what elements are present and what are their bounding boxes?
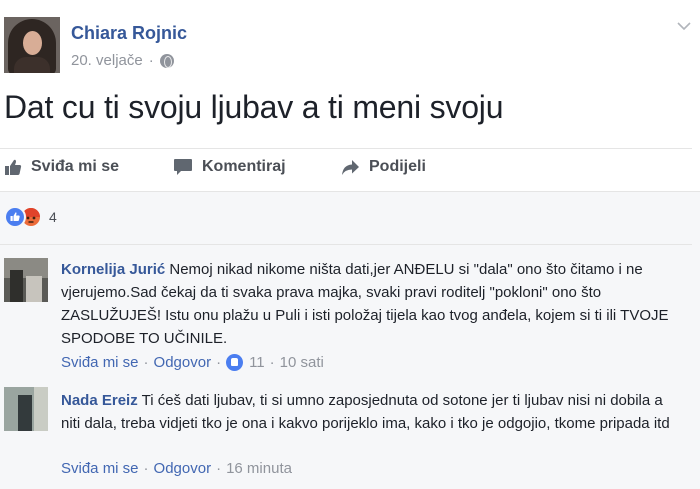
post-actions-bar: Sviđa mi se Komentiraj Podijeli bbox=[0, 150, 700, 190]
comment-bubble-icon bbox=[174, 159, 192, 175]
like-reaction-icon bbox=[4, 206, 26, 228]
like-button[interactable]: Sviđa mi se bbox=[4, 158, 119, 176]
comment-time[interactable]: 10 sati bbox=[280, 354, 324, 371]
comment-author[interactable]: Nada Ereiz bbox=[61, 392, 138, 409]
like-button-label: Sviđa mi se bbox=[31, 158, 120, 175]
share-button[interactable]: Podijeli bbox=[341, 158, 426, 176]
reactions-summary[interactable]: 4 bbox=[4, 206, 57, 228]
like-reaction-icon bbox=[226, 354, 244, 371]
post-header: Chiara Rojnic 20. veljače · bbox=[0, 0, 700, 80]
comment-meta: Sviđa mi se · Odgovor · 11 · 10 sati bbox=[61, 354, 324, 371]
author-avatar[interactable] bbox=[4, 17, 60, 73]
comment-time[interactable]: 16 minuta bbox=[226, 460, 292, 477]
thumbs-up-icon bbox=[5, 159, 22, 175]
reaction-count: 4 bbox=[49, 209, 57, 225]
share-arrow-icon bbox=[342, 159, 359, 175]
chevron-down-icon[interactable] bbox=[676, 18, 692, 34]
commenter-avatar[interactable] bbox=[4, 258, 48, 302]
comment-text: Ti ćeš dati ljubav, ti si umno zaposjedn… bbox=[61, 392, 670, 432]
post-meta: 20. veljače · bbox=[71, 52, 174, 69]
meta-separator: · bbox=[216, 460, 222, 477]
post-author-name[interactable]: Chiara Rojnic bbox=[71, 23, 187, 44]
comment-reply-link[interactable]: Odgovor bbox=[154, 460, 212, 477]
meta-separator: · bbox=[216, 354, 222, 371]
comment-author[interactable]: Kornelija Jurić bbox=[61, 261, 165, 278]
meta-separator: · bbox=[269, 354, 275, 371]
comment-button-label: Komentiraj bbox=[202, 158, 286, 175]
meta-separator: · bbox=[143, 460, 149, 477]
divider bbox=[0, 244, 692, 245]
comment-button[interactable]: Komentiraj bbox=[173, 158, 286, 176]
comment-reply-link[interactable]: Odgovor bbox=[154, 354, 212, 371]
meta-separator: · bbox=[143, 354, 149, 371]
comment-body: Nada Ereiz Ti ćeš dati ljubav, ti si umn… bbox=[61, 389, 681, 435]
globe-icon[interactable] bbox=[159, 53, 174, 68]
comment-like-count[interactable]: 11 bbox=[249, 354, 265, 371]
post-date[interactable]: 20. veljače bbox=[71, 52, 143, 69]
comment-like-link[interactable]: Sviđa mi se bbox=[61, 460, 139, 477]
avatar-body bbox=[14, 57, 50, 73]
post-text: Dat cu ti svoju ljubav a ti meni svoju bbox=[4, 89, 504, 125]
comment-like-link[interactable]: Sviđa mi se bbox=[61, 354, 139, 371]
commenter-avatar[interactable] bbox=[4, 387, 48, 431]
avatar-face bbox=[23, 31, 42, 55]
comment-body: Kornelija Jurić Nemoj nikad nikome ništa… bbox=[61, 258, 681, 350]
share-button-label: Podijeli bbox=[369, 158, 426, 175]
date-separator: · bbox=[148, 52, 154, 69]
divider bbox=[0, 148, 692, 149]
comment-meta: Sviđa mi se · Odgovor · 16 minuta bbox=[61, 460, 292, 477]
